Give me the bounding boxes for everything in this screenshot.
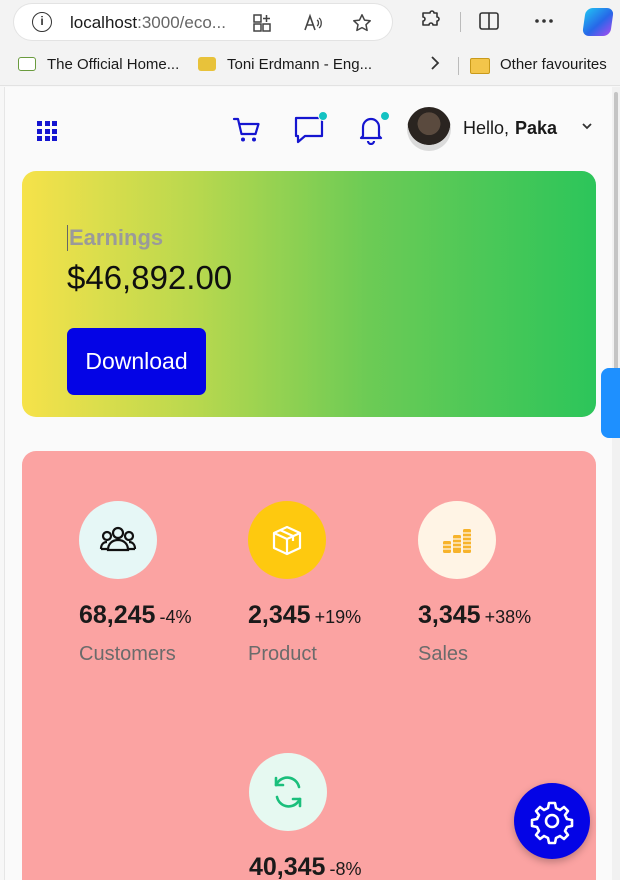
bell-notification-dot [380,111,390,121]
vts-favicon-icon [18,57,36,71]
bookmark-toni-erdmann[interactable]: Toni Erdmann - Eng... [227,56,372,73]
read-aloud-icon[interactable] [303,13,323,33]
subtitle-favicon-icon [198,57,216,71]
earnings-card: Earnings $46,892.00 Download [22,171,596,417]
url-text[interactable]: localhost:3000/eco... [70,13,250,33]
download-button[interactable]: Download [67,328,206,395]
page-scrollbar[interactable] [612,87,620,880]
chat-notification-dot [318,111,328,121]
browser-toolbar: i localhost:3000/eco... [0,0,620,44]
other-favourites-link[interactable]: Other favourites [500,56,607,73]
coins-icon [418,501,496,579]
scroll-thumb[interactable] [614,92,618,372]
gear-icon [530,801,574,845]
side-tab[interactable] [601,368,620,438]
stat-product-label: Product [248,643,317,665]
stats-card: 68,245 -4% Customers 2,345 +19% Product 3,… [22,451,596,880]
toolbar-divider [460,12,461,32]
user-greeting[interactable]: Hello, Paka [463,118,557,139]
more-options-icon[interactable] [532,10,556,34]
earnings-label: Earnings [67,225,164,251]
chevron-right-icon[interactable] [428,54,442,77]
stat-refunds-value: 40,345 -8% [249,853,362,880]
bookmarks-bar: The Official Home... Toni Erdmann - Eng.… [0,44,620,86]
favorite-star-icon[interactable] [352,13,372,33]
box-icon [248,501,326,579]
stat-customers-value: 68,245 -4% [79,601,192,629]
stat-customers-label: Customers [79,643,176,665]
stat-sales-value: 3,345 +38% [418,601,532,629]
bookmark-official-home[interactable]: The Official Home... [47,56,179,73]
stat-sales-label: Sales [418,643,469,665]
extensions-icon[interactable] [418,10,442,34]
stat-product-value: 2,345 +19% [248,601,362,629]
username: Paka [515,118,558,138]
apps-grid-icon[interactable] [37,121,57,141]
users-icon [79,501,157,579]
avatar[interactable] [407,107,451,151]
app-available-icon[interactable] [252,13,272,33]
bookmarks-divider [458,57,459,75]
split-screen-icon[interactable] [477,10,501,34]
copilot-icon[interactable] [582,8,614,36]
chevron-down-icon[interactable] [580,119,594,136]
cart-icon[interactable] [231,113,263,145]
page-header: Hello, Paka [5,87,616,172]
page-viewport: Hello, Paka Earnings $46,892.00 Download … [4,87,616,880]
address-bar[interactable]: i localhost:3000/eco... [14,4,392,40]
refresh-icon [249,753,327,831]
earnings-value: $46,892.00 [67,259,233,296]
site-info-icon[interactable]: i [32,12,52,32]
folder-icon [470,58,490,74]
settings-button[interactable] [514,783,590,859]
